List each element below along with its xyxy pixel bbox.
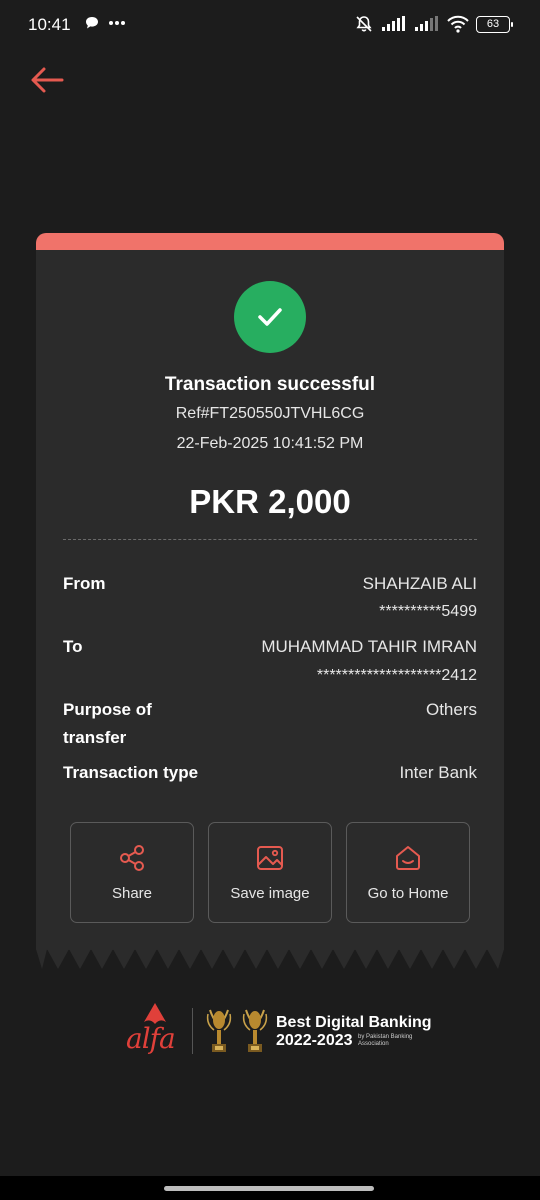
award-years: 2022-2023 [276, 1032, 353, 1049]
alfa-brand-text: alfa [126, 1022, 176, 1055]
image-icon [257, 846, 283, 870]
home-gesture-handle[interactable] [164, 1186, 374, 1191]
receipt-zigzag-edge [36, 949, 504, 969]
battery-icon: 63 [476, 15, 513, 33]
mute-bell-icon [356, 16, 372, 32]
purpose-label-line1: Purpose of [63, 700, 152, 719]
go-to-home-button[interactable]: Go to Home [346, 822, 470, 923]
footer-separator [192, 1008, 193, 1054]
wifi-icon [447, 15, 469, 33]
arrow-left-icon [31, 67, 64, 93]
share-button-label: Share [111, 885, 153, 902]
back-button[interactable] [28, 60, 68, 100]
system-nav-bar [0, 1176, 540, 1200]
signal-icon [382, 16, 405, 31]
transaction-reference: Ref#FT250550JTVHL6CG [175, 405, 365, 422]
from-label: From [63, 574, 106, 593]
from-account: **********5499 [379, 603, 477, 620]
battery-level: 63 [486, 18, 500, 30]
home-icon [396, 846, 420, 870]
from-name: SHAHZAIB ALI [362, 574, 477, 593]
receipt-card: Transaction successful Ref#FT250550JTVHL… [36, 233, 504, 970]
footer-branding: alfa Best Digital Banking 2022-2023 by P… [122, 1000, 432, 1064]
share-icon [120, 845, 144, 871]
award-title: Best Digital Banking [276, 1014, 432, 1031]
status-bar: 10:41 63 [0, 0, 540, 50]
transaction-amount: PKR 2,000 [189, 483, 351, 520]
transaction-type-label: Transaction type [63, 763, 199, 782]
transaction-datetime: 22-Feb-2025 10:41:52 PM [176, 435, 364, 452]
to-name: MUHAMMAD TAHIR IMRAN [261, 637, 477, 656]
success-check-icon [234, 281, 306, 353]
share-button[interactable]: Share [70, 822, 194, 923]
transaction-type-value: Inter Bank [399, 763, 478, 782]
trophy-icon [242, 1009, 268, 1052]
save-image-button[interactable]: Save image [208, 822, 332, 923]
trophy-icon [206, 1009, 232, 1052]
transaction-status-title: Transaction successful [164, 374, 376, 395]
signal-icon [415, 16, 438, 31]
purpose-value: Others [425, 700, 477, 719]
to-account: ********************2412 [316, 667, 477, 684]
go-to-home-button-label: Go to Home [367, 885, 449, 902]
status-time: 10:41 [28, 15, 71, 34]
to-label: To [63, 637, 83, 656]
dashed-divider [63, 539, 477, 540]
purpose-label-line2: transfer [63, 728, 127, 747]
award-subtitle: by Pakistan Banking Association [358, 1034, 413, 1047]
more-dots-icon [109, 21, 125, 25]
save-image-button-label: Save image [230, 885, 310, 902]
message-bubble-icon [86, 17, 98, 29]
